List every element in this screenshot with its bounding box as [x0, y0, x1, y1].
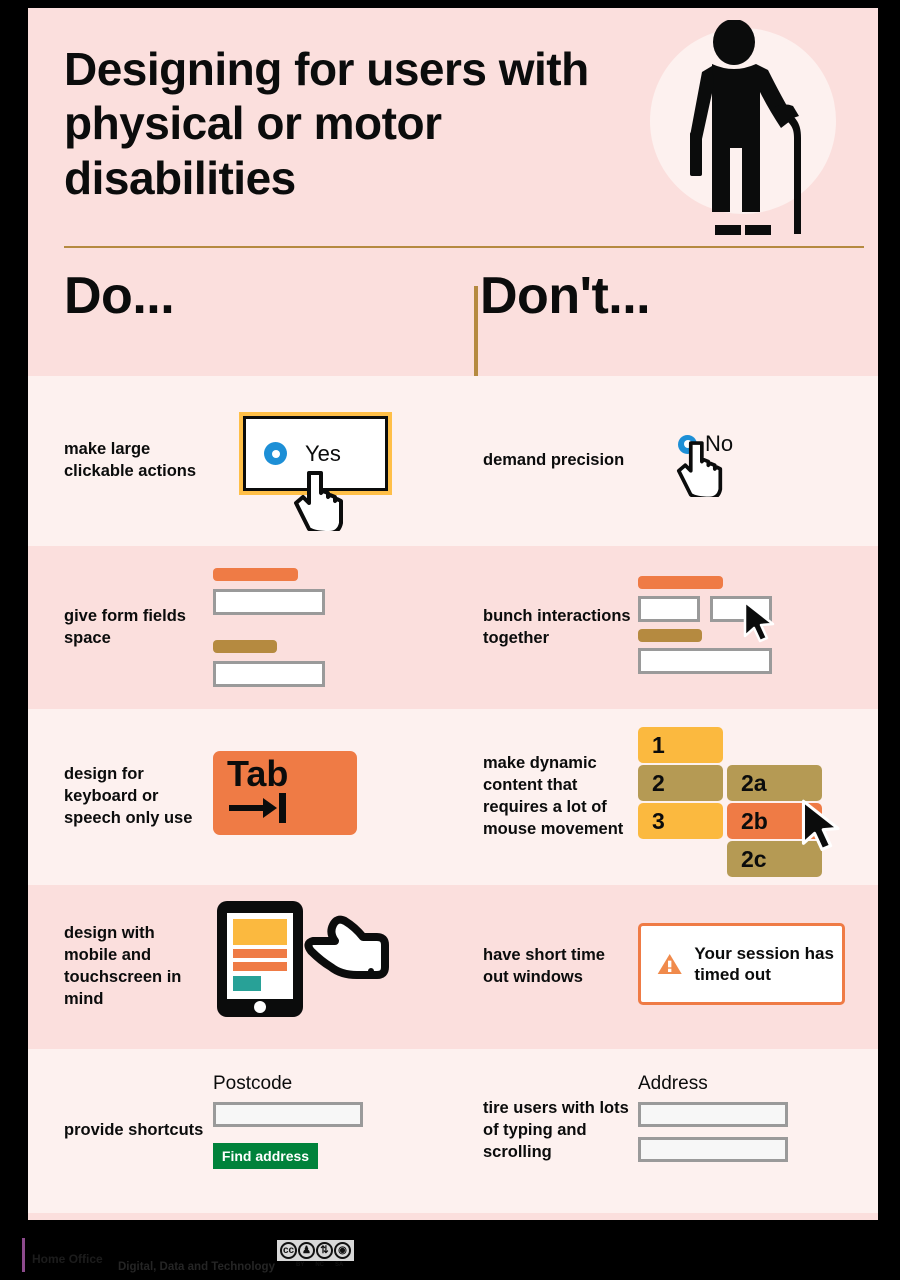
menu-item[interactable]: 2	[638, 765, 723, 801]
logo-text-line2: Office	[68, 1252, 103, 1266]
tablet-with-pointing-hand-icon	[217, 901, 389, 1017]
do-label: design for keyboard or speech only use	[64, 765, 193, 827]
cc-sa-icon: ◉	[334, 1242, 351, 1259]
dont-cell-bunched-form: bunch interactions together	[453, 546, 878, 709]
do-label: make large clickable actions	[64, 440, 197, 480]
table-row: make large clickable actions Yes demand …	[28, 376, 878, 546]
cc-term: NC	[315, 1262, 325, 1268]
do-art-postcode-lookup: Postcode Find address	[213, 1049, 453, 1213]
dont-art-small-radio: No	[638, 376, 878, 546]
person-with-walking-cane-icon	[690, 20, 801, 235]
radio-button-icon[interactable]	[264, 442, 287, 465]
do-cell-shortcuts: provide shortcuts Postcode Find address	[28, 1049, 453, 1213]
pointing-hand-cursor-icon	[294, 471, 343, 531]
table-row: give form fields space bunch interaction…	[28, 546, 878, 709]
form-field-label-bar	[213, 640, 277, 653]
home-office-logo: Home Office	[22, 1238, 103, 1272]
cc-circle-icon: cc	[280, 1242, 297, 1259]
spaced-form-group	[213, 568, 325, 687]
dont-cell-lots-of-typing: tire users with lots of typing and scrol…	[453, 1049, 878, 1213]
table-row: provide shortcuts Postcode Find address …	[28, 1049, 878, 1213]
dont-cell-dynamic-content: make dynamic content that requires a lot…	[453, 709, 878, 885]
arrow-cursor-icon	[743, 600, 775, 643]
do-art-large-radio: Yes	[213, 376, 453, 546]
columns-header-band: Do... Don't...	[28, 248, 878, 376]
dont-art-nested-menu: 1 2 3 2a 2b 2c	[638, 709, 878, 885]
form-input-field[interactable]	[638, 648, 772, 674]
poster: Designing for users with physical or mot…	[0, 0, 900, 1280]
column-heading-do: Do...	[64, 267, 175, 325]
radio-option-label: Yes	[305, 440, 341, 466]
cc-term: BY	[296, 1262, 305, 1268]
dont-label: bunch interactions together	[483, 606, 631, 647]
menu-item[interactable]: 1	[638, 727, 723, 763]
dont-label: have short time out windows	[483, 946, 605, 986]
do-art-tablet	[213, 885, 453, 1049]
dont-art-timeout-alert: Your session has timed out	[638, 885, 878, 1049]
hero-illustration	[650, 20, 840, 235]
cc-nc-icon: ⇅	[316, 1242, 333, 1259]
cc-by-icon: ♟	[298, 1242, 315, 1259]
logo-text-line1: Home	[32, 1252, 66, 1266]
table-row: design with mobile and touchscreen in mi…	[28, 885, 878, 1049]
logo-accent-bar	[22, 1238, 25, 1272]
cc-term: SA	[335, 1262, 344, 1268]
dont-art-address-fields: Address	[638, 1049, 878, 1213]
menu-item[interactable]: 3	[638, 803, 723, 839]
menu-column-main: 1 2 3	[638, 727, 723, 841]
dont-cell-timeout: have short time out windows Your session…	[453, 885, 878, 1049]
creative-commons-terms: BY NC SA	[296, 1262, 343, 1268]
address-field-group: Address	[638, 1073, 788, 1172]
poster-header: Designing for users with physical or mot…	[28, 8, 878, 250]
department-name: Digital, Data and Technology	[118, 1261, 275, 1273]
tab-key[interactable]: Tab	[213, 751, 357, 835]
page-title: Designing for users with physical or mot…	[64, 43, 589, 204]
do-label: give form fields space	[64, 606, 186, 647]
form-input-field[interactable]	[638, 596, 700, 622]
poster-content-panel: Designing for users with physical or mot…	[28, 8, 878, 1220]
address-input-line-2[interactable]	[638, 1137, 788, 1162]
form-input-field[interactable]	[213, 661, 325, 687]
form-input-field[interactable]	[213, 589, 325, 615]
do-cell-mobile-touch: design with mobile and touchscreen in mi…	[28, 885, 453, 1049]
column-heading-dont: Don't...	[480, 267, 651, 325]
do-label: provide shortcuts	[64, 1121, 204, 1140]
logo-text: Home Office	[32, 1238, 103, 1272]
postcode-lookup-group: Postcode Find address	[213, 1073, 363, 1169]
tab-arrow-icon	[229, 793, 286, 824]
arrow-cursor-icon	[801, 799, 840, 852]
do-art-tab-key: Tab	[213, 709, 453, 885]
table-row: design for keyboard or speech only use T…	[28, 709, 878, 885]
form-field-label-bar	[638, 629, 702, 642]
dont-cell-demand-precision: demand precision No	[453, 376, 878, 546]
tab-key-label: Tab	[227, 753, 289, 794]
do-label: design with mobile and touchscreen in mi…	[64, 924, 182, 1008]
alert-message: Your session has timed out	[694, 943, 834, 984]
postcode-input[interactable]	[213, 1102, 363, 1127]
poster-footer: Home Office Digital, Data and Technology	[0, 1232, 900, 1280]
form-field-label-bar	[213, 568, 298, 581]
session-timeout-alert: Your session has timed out	[638, 923, 845, 1005]
do-cell-form-spacing: give form fields space	[28, 546, 453, 709]
creative-commons-badge-icon: cc ♟ ⇅ ◉	[277, 1240, 354, 1261]
dont-label: demand precision	[483, 451, 625, 470]
dont-art-bunched-form	[638, 546, 878, 709]
address-field-label: Address	[638, 1073, 708, 1094]
do-cell-keyboard-use: design for keyboard or speech only use T…	[28, 709, 453, 885]
address-input-line-1[interactable]	[638, 1102, 788, 1127]
postcode-field-label: Postcode	[213, 1073, 293, 1094]
form-field-label-bar	[638, 576, 723, 589]
do-art-spaced-form	[213, 546, 453, 709]
menu-item[interactable]: 2a	[727, 765, 822, 801]
warning-triangle-icon	[657, 953, 682, 975]
pointing-hand-cursor-icon	[676, 441, 723, 497]
dont-label: tire users with lots of typing and scrol…	[483, 1099, 629, 1161]
find-address-button[interactable]: Find address	[213, 1143, 318, 1169]
dont-label: make dynamic content that requires a lot…	[483, 754, 624, 838]
do-cell-large-clickable: make large clickable actions Yes	[28, 376, 453, 546]
